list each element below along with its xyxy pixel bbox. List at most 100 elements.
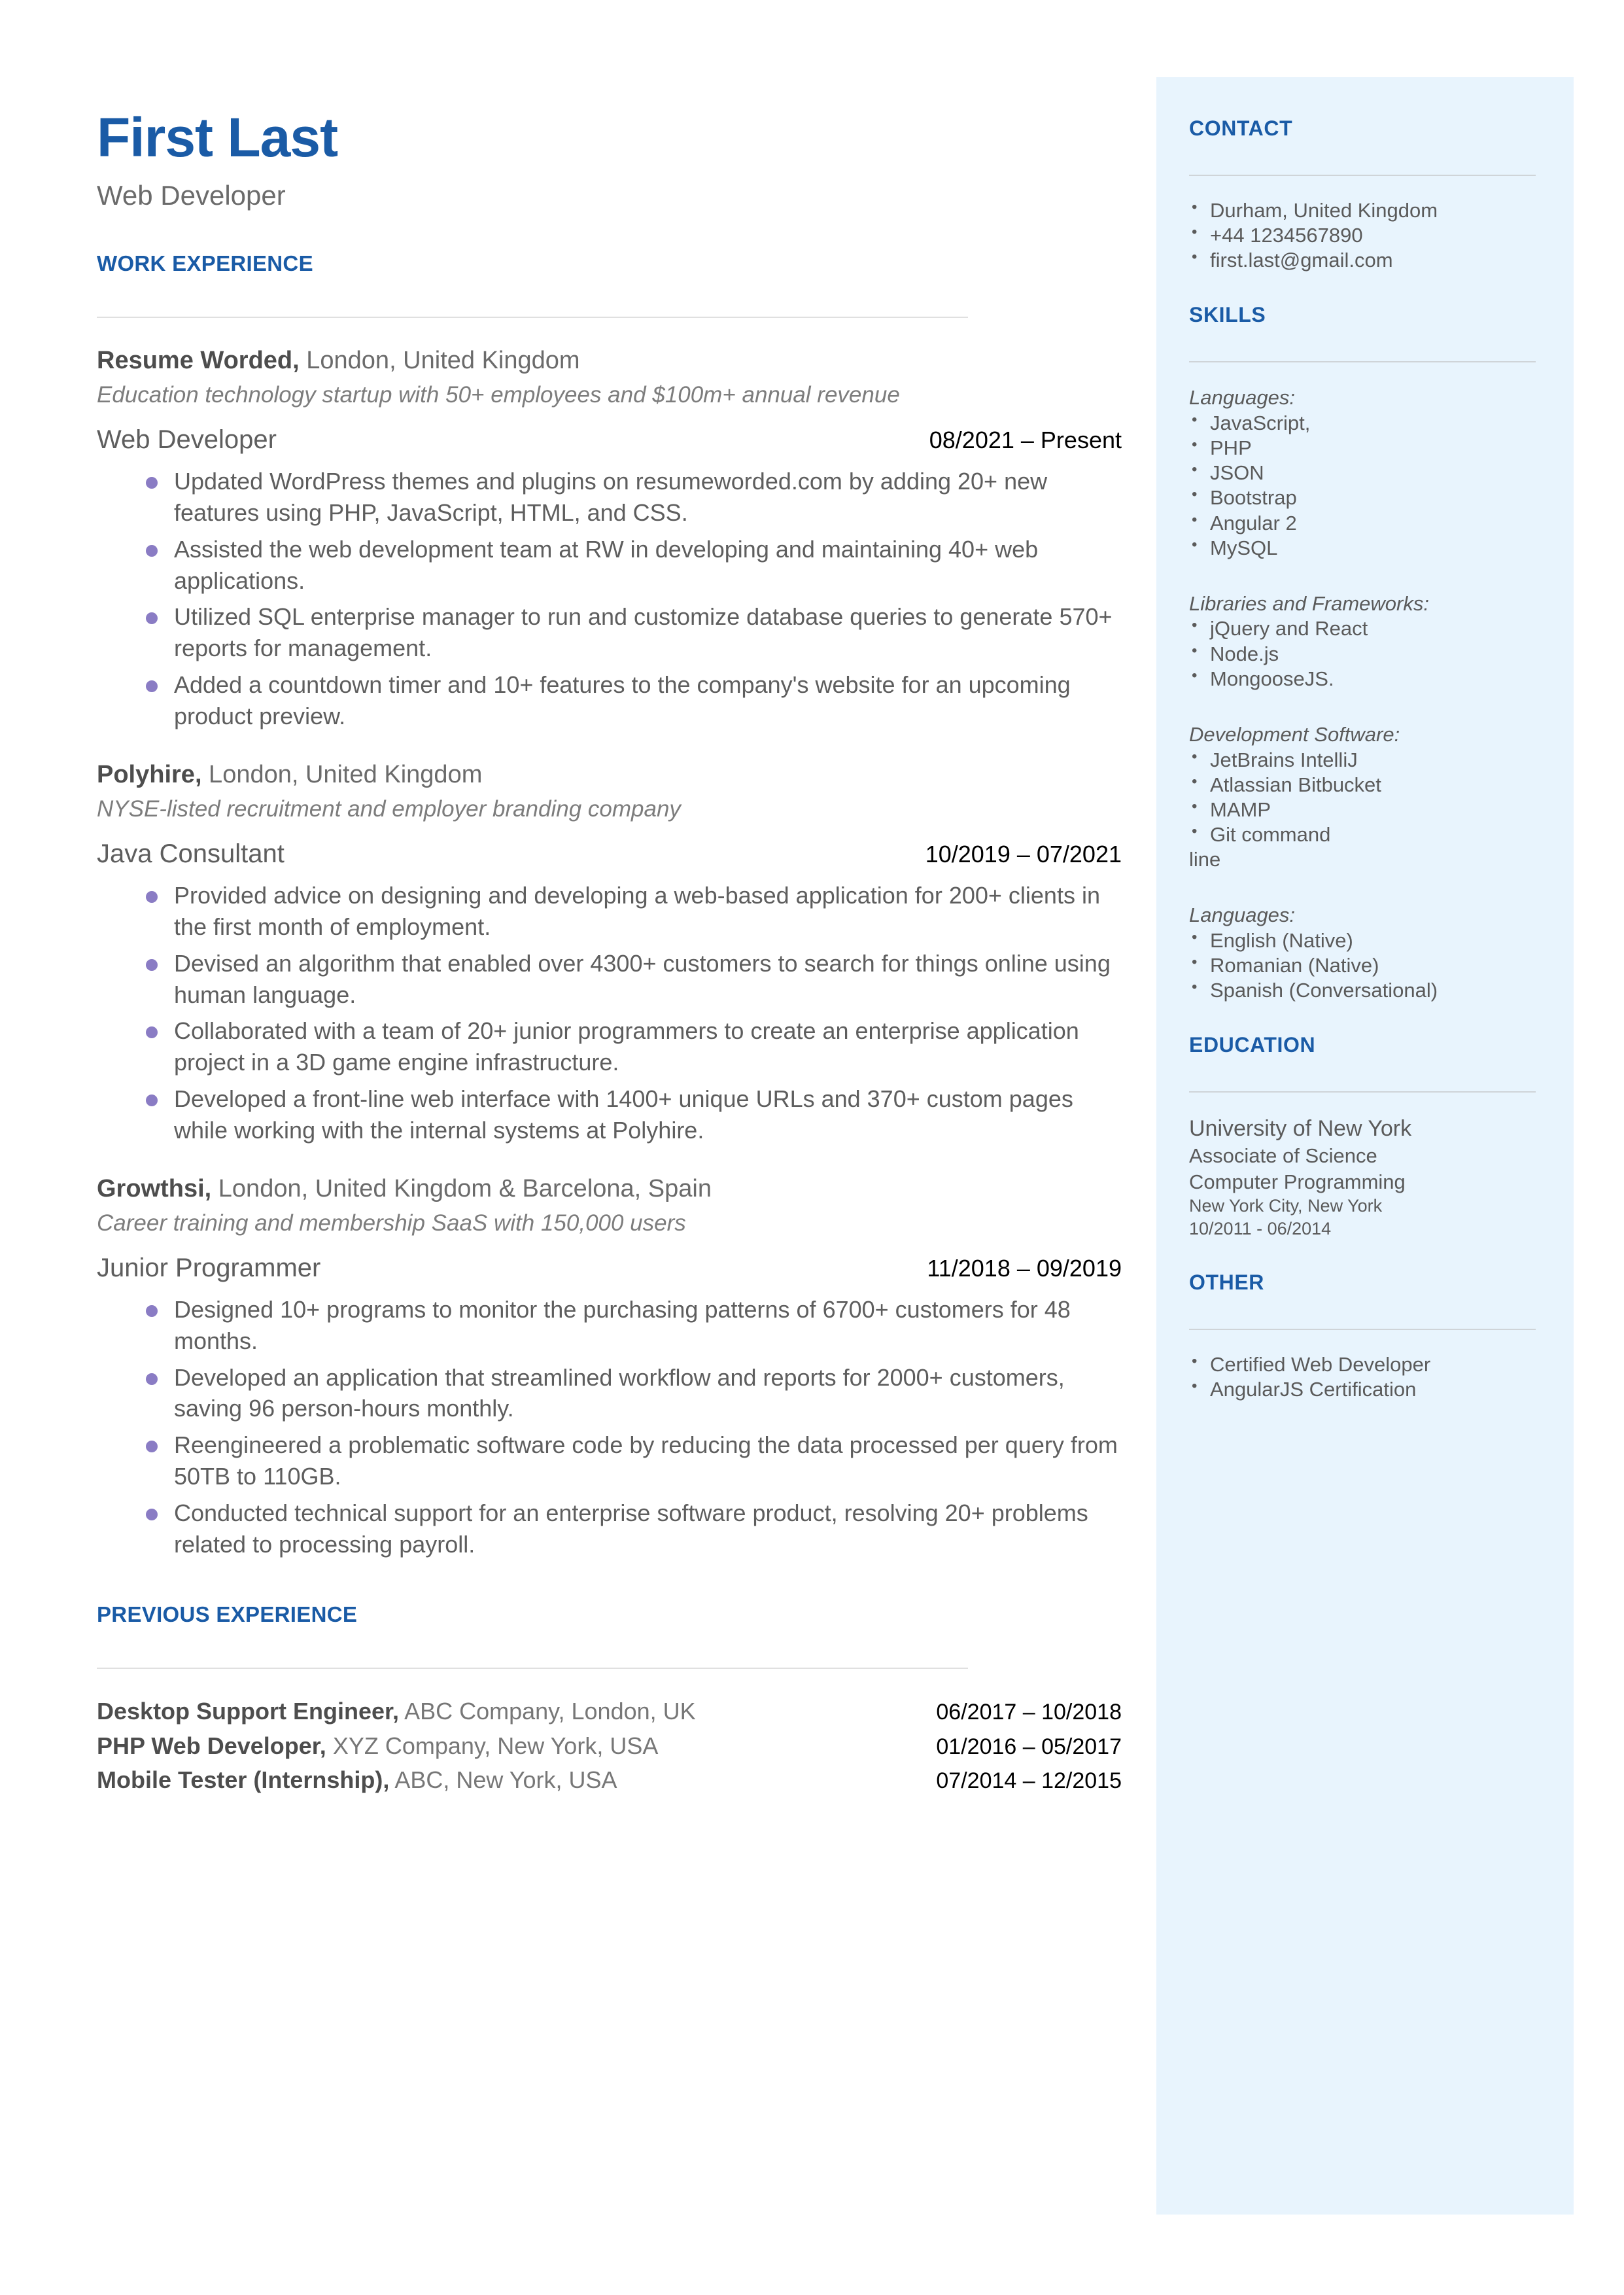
skill-item: MySQL (1189, 535, 1536, 561)
skill-item: JetBrains IntelliJ (1189, 747, 1536, 773)
job-bullet: Added a countdown timer and 10+ features… (97, 669, 1124, 732)
page-title: First Last (97, 107, 338, 168)
previous-job-dates: 06/2017 – 10/2018 (936, 1699, 1122, 1725)
job-title-subtitle: Web Developer (97, 180, 286, 211)
job-role: Java Consultant (97, 839, 285, 868)
contact-divider (1189, 175, 1536, 176)
contact-item-email: first.last@gmail.com (1189, 247, 1536, 273)
job-role: Web Developer (97, 425, 277, 454)
previous-job-row: PHP Web Developer, XYZ Company, New York… (97, 1731, 1122, 1762)
job-bullet-list: Provided advice on designing and develop… (97, 880, 1124, 1146)
job-company-line: Polyhire, London, United Kingdom (97, 761, 1124, 790)
resume-page: CONTACT Durham, United Kingdom +44 12345… (0, 0, 1624, 2295)
skill-item: Angular 2 (1189, 510, 1536, 536)
job-company: Resume Worded, (97, 347, 300, 374)
contact-heading: CONTACT (1189, 116, 1293, 140)
skill-item: Bootstrap (1189, 485, 1536, 510)
job-entry: Polyhire, London, United Kingdom NYSE-li… (97, 761, 1124, 1146)
skills-group-libraries: Libraries and Frameworks: jQuery and Rea… (1189, 591, 1536, 692)
job-dates: 08/2021 – Present (929, 426, 1122, 453)
skills-group-spoken-languages: Languages: English (Native) Romanian (Na… (1189, 902, 1536, 1003)
skill-item: Atlassian Bitbucket (1189, 772, 1536, 797)
job-bullet: Provided advice on designing and develop… (97, 880, 1124, 943)
other-item: Certified Web Developer (1189, 1352, 1536, 1377)
skill-item-overflow: line (1189, 848, 1221, 871)
skills-group-label: Development Software: (1189, 722, 1400, 746)
skills-group-label: Languages: (1189, 903, 1296, 927)
skill-item: English (Native) (1189, 928, 1536, 953)
education-entry: University of New York Associate of Scie… (1189, 1115, 1536, 1240)
contact-item-phone: +44 1234567890 (1189, 222, 1536, 248)
skill-item: MongooseJS. (1189, 666, 1536, 692)
job-location: London, United Kingdom (201, 760, 483, 788)
job-company: Growthsi, (97, 1174, 212, 1202)
previous-job-dates: 07/2014 – 12/2015 (936, 1768, 1122, 1794)
education-dates: 10/2011 - 06/2014 (1189, 1219, 1332, 1239)
previous-job-detail: ABC Company, London, UK (399, 1697, 696, 1725)
skill-item: MAMP (1189, 797, 1536, 822)
education-divider (1189, 1091, 1536, 1093)
job-role-row: Java Consultant 10/2019 – 07/2021 (97, 839, 1122, 868)
job-entry: Resume Worded, London, United Kingdom Ed… (97, 347, 1124, 732)
previous-job-title-line: Desktop Support Engineer, ABC Company, L… (97, 1696, 696, 1727)
job-blurb: NYSE-listed recruitment and employer bra… (97, 796, 681, 822)
other-heading: OTHER (1189, 1270, 1264, 1295)
education-heading: EDUCATION (1189, 1033, 1316, 1057)
job-company-line: Growthsi, London, United Kingdom & Barce… (97, 1175, 1124, 1204)
main-column: First Last Web Developer WORK EXPERIENCE… (97, 0, 1124, 1796)
job-bullet: Updated WordPress themes and plugins on … (97, 466, 1124, 529)
job-location: London, United Kingdom (299, 347, 580, 374)
other-divider (1189, 1329, 1536, 1331)
job-dates: 11/2018 – 09/2019 (927, 1254, 1122, 1282)
job-bullet: Collaborated with a team of 20+ junior p… (97, 1015, 1124, 1078)
job-role-row: Junior Programmer 11/2018 – 09/2019 (97, 1253, 1122, 1282)
other-section: OTHER Certified Web Developer AngularJS … (1189, 1270, 1536, 1402)
previous-job-title-line: Mobile Tester (Internship), ABC, New Yor… (97, 1765, 617, 1796)
skills-group-dev-software: Development Software: JetBrains IntelliJ… (1189, 722, 1536, 872)
job-dates: 10/2019 – 07/2021 (925, 840, 1122, 867)
job-bullet: Developed a front-line web interface wit… (97, 1083, 1124, 1146)
job-blurb: Career training and membership SaaS with… (97, 1210, 686, 1236)
skills-group-label: Languages: (1189, 386, 1296, 410)
education-location: New York City, New York (1189, 1196, 1383, 1216)
sidebar: CONTACT Durham, United Kingdom +44 12345… (1156, 77, 1574, 2215)
previous-job-row: Desktop Support Engineer, ABC Company, L… (97, 1696, 1122, 1727)
work-experience-divider (97, 317, 968, 318)
job-bullet: Utilized SQL enterprise manager to run a… (97, 601, 1124, 664)
job-company: Polyhire, (97, 760, 202, 788)
skill-item: JSON (1189, 460, 1536, 485)
job-bullet: Reengineered a problematic software code… (97, 1429, 1124, 1492)
previous-job-row: Mobile Tester (Internship), ABC, New Yor… (97, 1765, 1122, 1796)
job-bullet: Conducted technical support for an enter… (97, 1498, 1124, 1560)
job-bullet-list: Updated WordPress themes and plugins on … (97, 466, 1124, 732)
skill-item: Spanish (Conversational) (1189, 977, 1536, 1003)
previous-job-role: Mobile Tester (Internship), (97, 1766, 390, 1794)
other-item: AngularJS Certification (1189, 1376, 1536, 1402)
previous-job-detail: XYZ Company, New York, USA (326, 1732, 659, 1759)
previous-job-role: Desktop Support Engineer, (97, 1697, 400, 1725)
skill-item: JavaScript, (1189, 410, 1536, 436)
job-role: Junior Programmer (97, 1253, 321, 1282)
skills-group-languages: Languages: JavaScript, PHP JSON Bootstra… (1189, 385, 1536, 560)
job-bullet: Designed 10+ programs to monitor the pur… (97, 1294, 1124, 1357)
previous-experience-heading: PREVIOUS EXPERIENCE (97, 1602, 358, 1626)
skill-item: PHP (1189, 435, 1536, 461)
job-entry: Growthsi, London, United Kingdom & Barce… (97, 1175, 1124, 1560)
job-bullet-list: Designed 10+ programs to monitor the pur… (97, 1294, 1124, 1560)
contact-list: Durham, United Kingdom +44 1234567890 fi… (1189, 198, 1536, 273)
skill-item: Git command (1189, 822, 1536, 847)
job-bullet: Developed an application that streamline… (97, 1362, 1124, 1425)
education-section: EDUCATION University of New York Associa… (1189, 1033, 1536, 1240)
previous-job-dates: 01/2016 – 05/2017 (936, 1734, 1122, 1759)
job-blurb: Education technology startup with 50+ em… (97, 381, 900, 408)
job-bullet: Assisted the web development team at RW … (97, 534, 1124, 597)
skills-heading: SKILLS (1189, 303, 1266, 327)
contact-item-location: Durham, United Kingdom (1189, 198, 1536, 223)
previous-experience-list: Desktop Support Engineer, ABC Company, L… (97, 1696, 1124, 1796)
contact-section: CONTACT Durham, United Kingdom +44 12345… (1189, 116, 1536, 273)
skills-section: SKILLS Languages: JavaScript, PHP JSON B… (1189, 303, 1536, 1003)
other-list: Certified Web Developer AngularJS Certif… (1189, 1352, 1536, 1402)
skill-item: Romanian (Native) (1189, 953, 1536, 978)
previous-experience-divider (97, 1667, 968, 1669)
previous-job-role: PHP Web Developer, (97, 1732, 326, 1759)
